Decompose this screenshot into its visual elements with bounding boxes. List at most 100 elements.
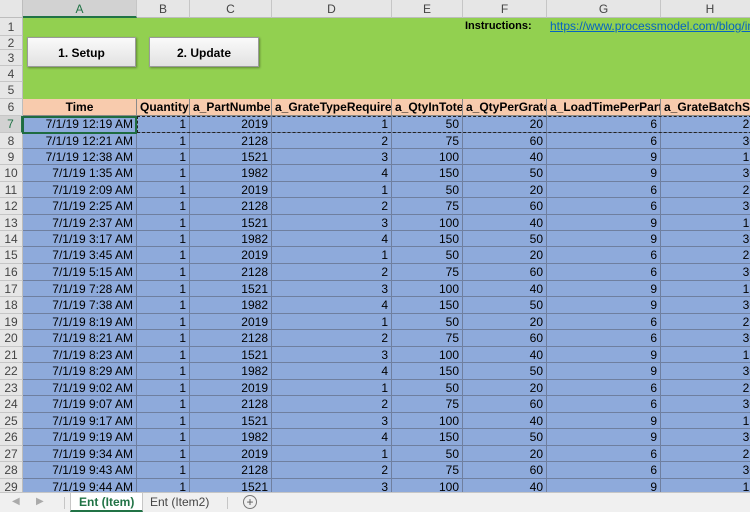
table-cell[interactable]: 7/1/19 12:38 AM (23, 149, 137, 165)
row-header[interactable]: 23 (0, 380, 23, 396)
column-header-e[interactable]: E (392, 0, 463, 18)
column-title-cell[interactable]: a_GrateBatchSize (661, 99, 750, 116)
table-cell[interactable]: 1 (137, 182, 190, 198)
table-cell[interactable]: 6 (547, 198, 661, 215)
table-cell[interactable]: 40 (463, 149, 547, 165)
table-cell[interactable]: 7/1/19 9:17 AM (23, 413, 137, 429)
table-cell[interactable]: 1 (137, 165, 190, 182)
table-cell[interactable]: 25 (661, 314, 750, 330)
table-cell[interactable]: 25 (661, 446, 750, 462)
row-header[interactable]: 1 (0, 18, 23, 36)
table-cell[interactable]: 7/1/19 8:23 AM (23, 347, 137, 363)
row-header[interactable]: 12 (0, 198, 23, 215)
table-cell[interactable]: 15 (661, 281, 750, 297)
column-header-c[interactable]: C (190, 0, 272, 18)
table-cell[interactable]: 3 (272, 479, 392, 492)
table-cell[interactable]: 7/1/19 9:44 AM (23, 479, 137, 492)
table-cell[interactable]: 15 (661, 479, 750, 492)
table-cell[interactable]: 1521 (190, 215, 272, 231)
prev-sheet-icon[interactable]: ◀ (12, 496, 20, 507)
instructions-link[interactable]: https://www.processmodel.com/blog/in (550, 19, 750, 33)
row-header[interactable]: 27 (0, 446, 23, 462)
table-cell[interactable]: 50 (392, 247, 463, 264)
column-header-f[interactable]: F (463, 0, 547, 18)
table-cell[interactable]: 75 (392, 330, 463, 347)
table-cell[interactable]: 2 (272, 198, 392, 215)
table-cell[interactable]: 9 (547, 363, 661, 380)
table-cell[interactable]: 1 (272, 314, 392, 330)
table-cell[interactable]: 20 (463, 247, 547, 264)
table-cell[interactable]: 2 (272, 396, 392, 413)
table-cell[interactable]: 20 (463, 380, 547, 396)
table-cell[interactable]: 2128 (190, 330, 272, 347)
table-cell[interactable]: 30 (661, 198, 750, 215)
table-cell[interactable]: 3 (272, 215, 392, 231)
table-cell[interactable]: 7/1/19 1:35 AM (23, 165, 137, 182)
table-cell[interactable]: 20 (463, 446, 547, 462)
table-cell[interactable]: 50 (392, 182, 463, 198)
table-cell[interactable]: 75 (392, 462, 463, 479)
table-cell[interactable]: 25 (661, 247, 750, 264)
table-cell[interactable]: 30 (661, 396, 750, 413)
table-cell[interactable]: 1521 (190, 281, 272, 297)
table-cell[interactable]: 1 (137, 264, 190, 281)
table-cell[interactable]: 1 (137, 479, 190, 492)
row-header[interactable]: 16 (0, 264, 23, 281)
table-cell[interactable]: 50 (463, 231, 547, 247)
row-header[interactable]: 3 (0, 50, 23, 66)
table-cell[interactable]: 2 (272, 330, 392, 347)
table-cell[interactable]: 2128 (190, 133, 272, 149)
table-cell[interactable]: 2019 (190, 182, 272, 198)
table-cell[interactable]: 2 (272, 133, 392, 149)
table-cell[interactable]: 1 (137, 297, 190, 314)
column-title-cell[interactable]: a_QtyInTote (392, 99, 463, 116)
table-cell[interactable]: 75 (392, 133, 463, 149)
table-cell[interactable]: 1982 (190, 165, 272, 182)
table-cell[interactable]: 1 (137, 247, 190, 264)
column-title-cell[interactable]: a_QtyPerGrate (463, 99, 547, 116)
table-cell[interactable]: 1 (272, 247, 392, 264)
table-cell[interactable]: 7/1/19 3:45 AM (23, 247, 137, 264)
row-header[interactable]: 6 (0, 99, 23, 116)
table-cell[interactable]: 50 (392, 314, 463, 330)
table-cell[interactable]: 100 (392, 215, 463, 231)
table-cell[interactable]: 9 (547, 479, 661, 492)
row-header[interactable]: 25 (0, 413, 23, 429)
table-cell[interactable]: 6 (547, 182, 661, 198)
table-cell[interactable]: 15 (661, 347, 750, 363)
add-sheet-icon[interactable]: + (243, 495, 257, 509)
table-cell[interactable]: 50 (463, 429, 547, 446)
table-cell[interactable]: 1 (137, 413, 190, 429)
table-cell[interactable]: 40 (463, 215, 547, 231)
table-cell[interactable]: 1 (272, 380, 392, 396)
column-header-b[interactable]: B (137, 0, 190, 18)
table-cell[interactable]: 1 (137, 462, 190, 479)
table-cell[interactable]: 40 (463, 413, 547, 429)
table-cell[interactable]: 100 (392, 347, 463, 363)
row-header[interactable]: 13 (0, 215, 23, 231)
table-cell[interactable]: 1521 (190, 149, 272, 165)
sheet-tab-ent-item2[interactable]: Ent (Item2) (142, 493, 217, 512)
table-cell[interactable]: 6 (547, 446, 661, 462)
table-cell[interactable]: 1 (137, 231, 190, 247)
table-cell[interactable]: 4 (272, 363, 392, 380)
table-cell[interactable]: 25 (661, 380, 750, 396)
table-cell[interactable]: 6 (547, 133, 661, 149)
table-cell[interactable]: 7/1/19 9:07 AM (23, 396, 137, 413)
table-cell[interactable]: 4 (272, 297, 392, 314)
table-cell[interactable]: 1 (137, 347, 190, 363)
table-cell[interactable]: 7/1/19 3:17 AM (23, 231, 137, 247)
table-cell[interactable]: 7/1/19 8:19 AM (23, 314, 137, 330)
table-cell[interactable]: 30 (661, 330, 750, 347)
table-cell[interactable]: 2128 (190, 198, 272, 215)
table-cell[interactable]: 1982 (190, 363, 272, 380)
table-cell[interactable]: 9 (547, 347, 661, 363)
row-header[interactable]: 11 (0, 182, 23, 198)
table-cell[interactable]: 7/1/19 5:15 AM (23, 264, 137, 281)
table-cell[interactable]: 9 (547, 231, 661, 247)
table-cell[interactable]: 60 (463, 330, 547, 347)
select-all-corner[interactable] (0, 0, 23, 18)
row-header[interactable]: 9 (0, 149, 23, 165)
table-cell[interactable]: 7/1/19 9:34 AM (23, 446, 137, 462)
row-header[interactable]: 8 (0, 133, 23, 149)
